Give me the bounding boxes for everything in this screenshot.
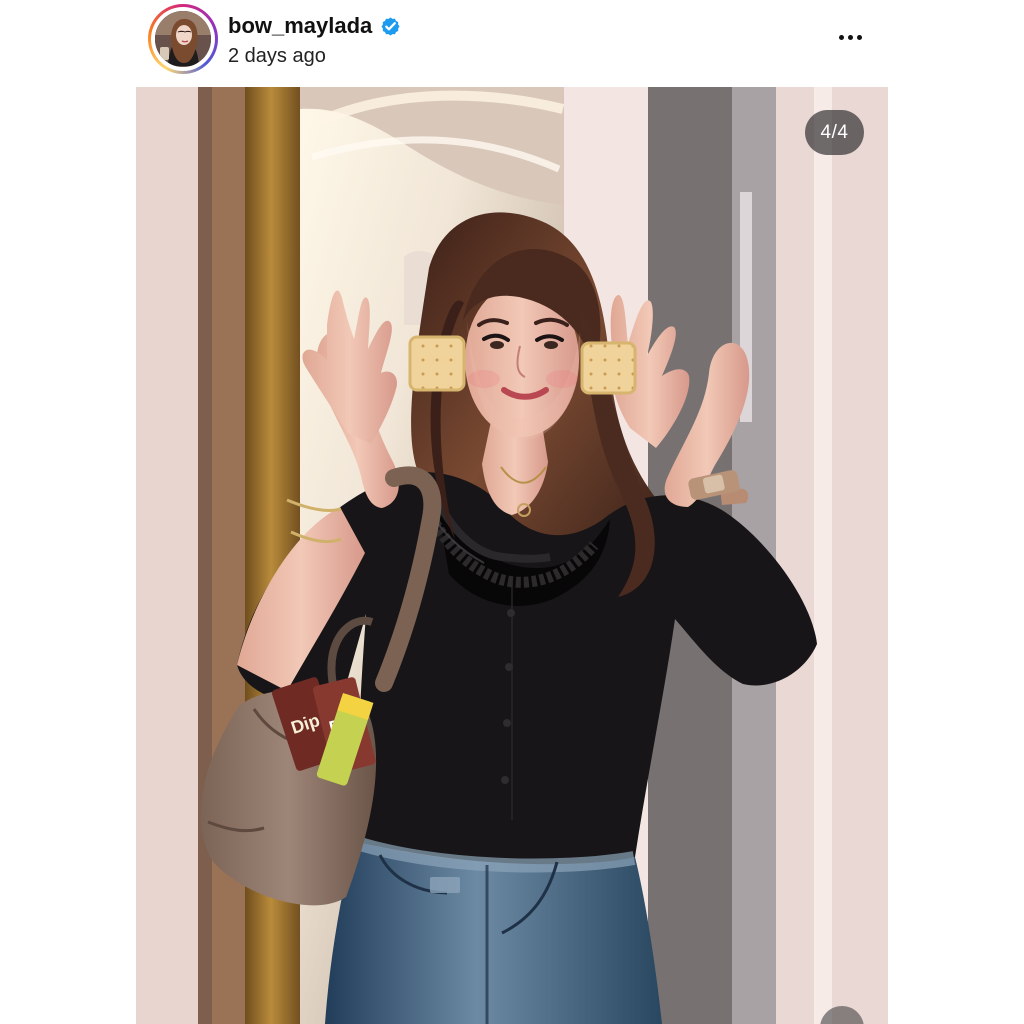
post-header: bow_maylada 2 days ago (0, 0, 1024, 86)
post-photo[interactable]: Dip Dip 4/4 (136, 87, 888, 1024)
more-options-icon (838, 34, 844, 40)
more-options-button[interactable] (830, 20, 870, 54)
instagram-post: bow_maylada 2 days ago Dip 4/4 (0, 0, 1024, 1024)
more-options-icon (856, 34, 862, 40)
verified-badge-icon (381, 16, 400, 36)
avatar (155, 11, 211, 67)
post-timestamp: 2 days ago (228, 45, 326, 67)
username-link[interactable]: bow_maylada (228, 12, 372, 40)
avatar-gap (151, 7, 215, 71)
woman-holding-crackers-photo: Dip Dip (136, 87, 888, 1024)
username-row: bow_maylada (228, 11, 401, 41)
avatar-image (155, 11, 211, 67)
more-options-icon (847, 34, 853, 40)
story-avatar-button[interactable] (148, 4, 218, 74)
photo-counter: 4/4 (805, 110, 864, 155)
